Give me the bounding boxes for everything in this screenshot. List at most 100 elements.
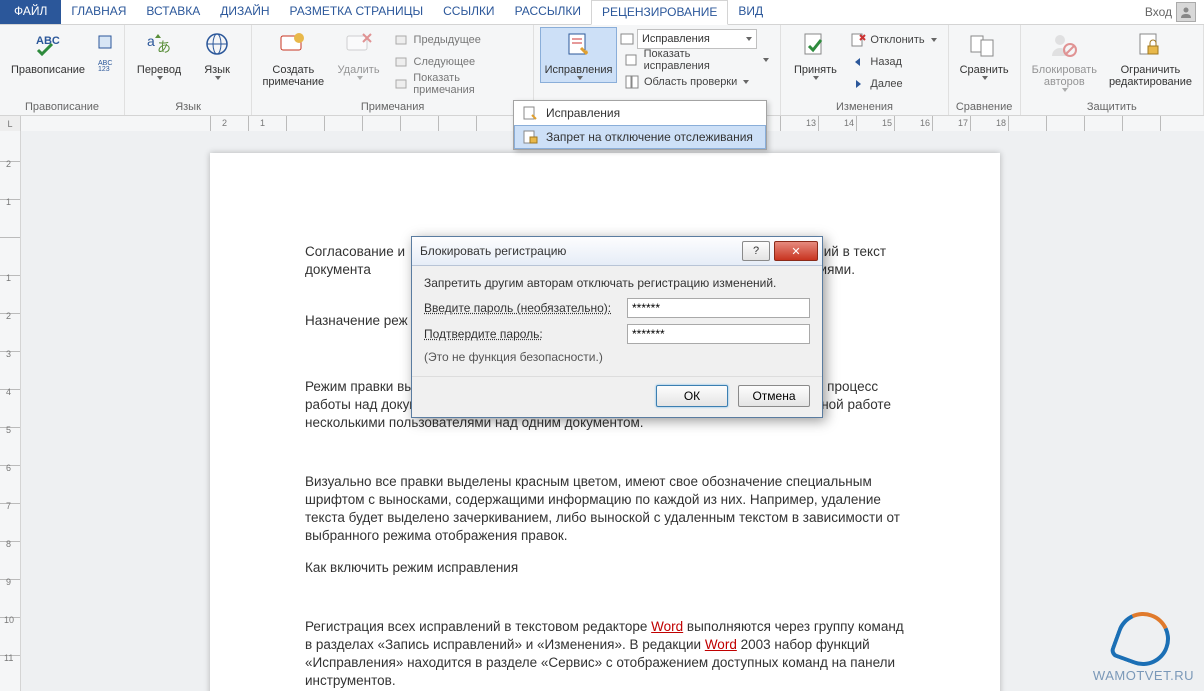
- para-5: Как включить режим исправления: [305, 559, 905, 577]
- track-changes-icon: [563, 30, 595, 62]
- track-changes-dropdown: Исправления Запрет на отключение отслежи…: [513, 100, 767, 150]
- show-markup-label: Показать исправления: [644, 48, 758, 72]
- dialog-hint: (Это не функция безопасности.): [424, 350, 810, 364]
- group-comments-label: Примечания: [258, 99, 527, 115]
- dropdown-arrow-icon: [357, 76, 363, 80]
- lock-tracking-dialog: Блокировать регистрацию ? ✕ Запретить др…: [411, 236, 823, 418]
- next-change-button[interactable]: Далее: [845, 73, 941, 95]
- tab-file[interactable]: ФАЙЛ: [0, 0, 61, 24]
- cancel-button[interactable]: Отмена: [738, 385, 810, 407]
- tab-home[interactable]: ГЛАВНАЯ: [61, 0, 136, 24]
- compare-label: Сравнить: [960, 64, 1009, 76]
- comment-new-icon: [277, 30, 309, 62]
- dropdown-item-track-label: Исправления: [546, 106, 620, 120]
- group-changes-label: Изменения: [787, 99, 941, 115]
- dropdown-arrow-icon: [1062, 88, 1068, 92]
- previous-change-button[interactable]: Назад: [845, 51, 941, 73]
- dialog-titlebar[interactable]: Блокировать регистрацию ? ✕: [412, 237, 822, 266]
- restrict-icon: [1134, 30, 1166, 62]
- confirm-password-label: Подтвердите пароль:: [424, 327, 619, 341]
- wordcount-button[interactable]: ABC123: [92, 53, 118, 75]
- confirm-password-input[interactable]: [627, 324, 810, 344]
- accept-label: Принять: [794, 64, 837, 76]
- next-change-label: Далее: [870, 78, 902, 90]
- group-compare-label: Сравнение: [955, 99, 1014, 115]
- signin-link[interactable]: Вход: [1137, 0, 1204, 24]
- tab-layout[interactable]: РАЗМЕТКА СТРАНИЦЫ: [280, 0, 434, 24]
- restrict-editing-button[interactable]: Ограничить редактирование: [1104, 27, 1197, 91]
- spelling-button[interactable]: ABC Правописание: [6, 27, 90, 79]
- dropdown-arrow-icon: [763, 58, 769, 62]
- password-input[interactable]: [627, 298, 810, 318]
- thesaurus-button[interactable]: [92, 31, 118, 53]
- track-changes-button[interactable]: Исправления: [540, 27, 617, 83]
- spelling-label: Правописание: [11, 64, 85, 76]
- watermark-logo-icon: [1109, 604, 1178, 673]
- dropdown-arrow-icon: [157, 76, 163, 80]
- reject-label: Отклонить: [870, 34, 924, 46]
- display-for-review-select[interactable]: Исправления: [637, 29, 757, 49]
- tab-design[interactable]: ДИЗАЙН: [210, 0, 279, 24]
- delete-comment-button[interactable]: Удалить: [331, 27, 387, 83]
- comment-delete-icon: [343, 30, 375, 62]
- ruler-corner[interactable]: L: [0, 116, 21, 132]
- tab-insert[interactable]: ВСТАВКА: [136, 0, 210, 24]
- new-comment-label: Создать примечание: [262, 64, 324, 88]
- translate-button[interactable]: aあ Перевод: [131, 27, 187, 83]
- prev-comment-button[interactable]: Предыдущее: [389, 29, 528, 51]
- new-comment-button[interactable]: Создать примечание: [258, 27, 329, 91]
- display-select-value: Исправления: [642, 33, 710, 45]
- user-avatar-icon: [1176, 2, 1196, 22]
- language-label: Язык: [204, 64, 230, 76]
- show-comments-label: Показать примечания: [413, 72, 522, 96]
- dropdown-arrow-icon: [743, 80, 749, 84]
- show-markup-button[interactable]: Показать исправления: [619, 49, 774, 71]
- signin-label: Вход: [1145, 5, 1172, 19]
- reject-button[interactable]: Отклонить: [845, 29, 941, 51]
- dropdown-arrow-icon: [577, 76, 583, 80]
- dropdown-arrow-icon: [813, 76, 819, 80]
- password-label: Введите пароль (необязательно):: [424, 301, 619, 315]
- group-compare: Сравнить Сравнение: [949, 25, 1021, 115]
- block-authors-icon: [1048, 30, 1080, 62]
- tab-mailings[interactable]: РАССЫЛКИ: [505, 0, 591, 24]
- track-changes-label: Исправления: [545, 64, 613, 76]
- delete-comment-label: Удалить: [338, 64, 380, 76]
- tab-references[interactable]: ССЫЛКИ: [433, 0, 504, 24]
- dialog-close-button[interactable]: ✕: [774, 241, 818, 261]
- language-button[interactable]: Язык: [189, 27, 245, 83]
- tab-review[interactable]: РЕЦЕНЗИРОВАНИЕ: [591, 0, 728, 25]
- ruler-vertical[interactable]: 21 12 34 56 78 910 11: [0, 131, 21, 691]
- group-proofing-label: Правописание: [6, 99, 118, 115]
- dialog-help-button[interactable]: ?: [742, 241, 770, 261]
- watermark-text: WAMOTVET.RU: [1093, 668, 1194, 683]
- show-comments-button[interactable]: Показать примечания: [389, 73, 528, 95]
- lock-icon: [522, 129, 538, 145]
- tab-view[interactable]: ВИД: [728, 0, 773, 24]
- compare-button[interactable]: Сравнить: [955, 27, 1014, 83]
- reviewing-pane-button[interactable]: Область проверки: [619, 71, 774, 93]
- dropdown-item-lock[interactable]: Запрет на отключение отслеживания: [514, 125, 766, 149]
- para-4: Визуально все правки выделены красным цв…: [305, 473, 905, 546]
- translate-label: Перевод: [137, 64, 181, 76]
- previous-change-label: Назад: [870, 56, 902, 68]
- restrict-label: Ограничить редактирование: [1109, 64, 1192, 88]
- block-authors-button[interactable]: Блокировать авторов: [1027, 27, 1102, 95]
- page-body: Согласование и xxxxxxxxxxxxxxxxxxxxxxxxx…: [210, 153, 1000, 691]
- track-icon: [522, 105, 538, 121]
- globe-icon: [201, 30, 233, 62]
- accept-button[interactable]: Принять: [787, 27, 843, 83]
- accept-icon: [799, 30, 831, 62]
- compare-icon: [968, 30, 1000, 62]
- reviewing-pane-label: Область проверки: [644, 76, 737, 88]
- ok-button[interactable]: ОК: [656, 385, 728, 407]
- dialog-body: Запретить другим авторам отключать регис…: [412, 266, 822, 376]
- translate-icon: aあ: [143, 30, 175, 62]
- dropdown-arrow-icon: [746, 37, 752, 41]
- dropdown-arrow-icon: [215, 76, 221, 80]
- page[interactable]: Согласование и xxxxxxxxxxxxxxxxxxxxxxxxx…: [210, 153, 1000, 691]
- spelling-icon: ABC: [32, 30, 64, 62]
- dropdown-item-track[interactable]: Исправления: [514, 101, 766, 125]
- block-authors-label: Блокировать авторов: [1032, 64, 1097, 88]
- next-comment-button[interactable]: Следующее: [389, 51, 528, 73]
